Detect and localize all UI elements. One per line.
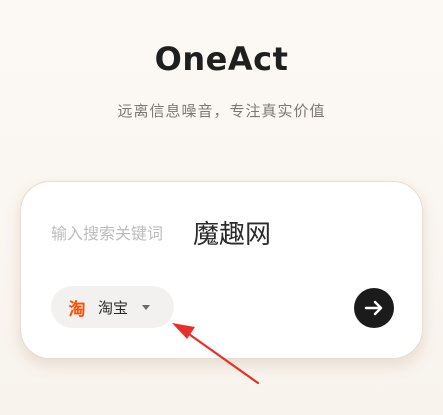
taobao-icon: 淘: [68, 299, 86, 320]
page: OneAct 远离信息噪音，专注真实价值 魔趣网 淘 淘宝: [0, 0, 443, 415]
search-submit-button[interactable]: [354, 288, 394, 328]
search-input[interactable]: [51, 218, 301, 248]
source-label: 淘宝: [98, 298, 129, 317]
arrow-right-icon: [364, 300, 383, 316]
brand-title: OneAct: [154, 40, 289, 78]
search-card: 魔趣网 淘 淘宝: [20, 181, 423, 359]
source-selector[interactable]: 淘 淘宝: [51, 286, 174, 328]
tagline: 远离信息噪音，专注真实价值: [117, 102, 326, 120]
caret-down-icon: [142, 304, 151, 310]
